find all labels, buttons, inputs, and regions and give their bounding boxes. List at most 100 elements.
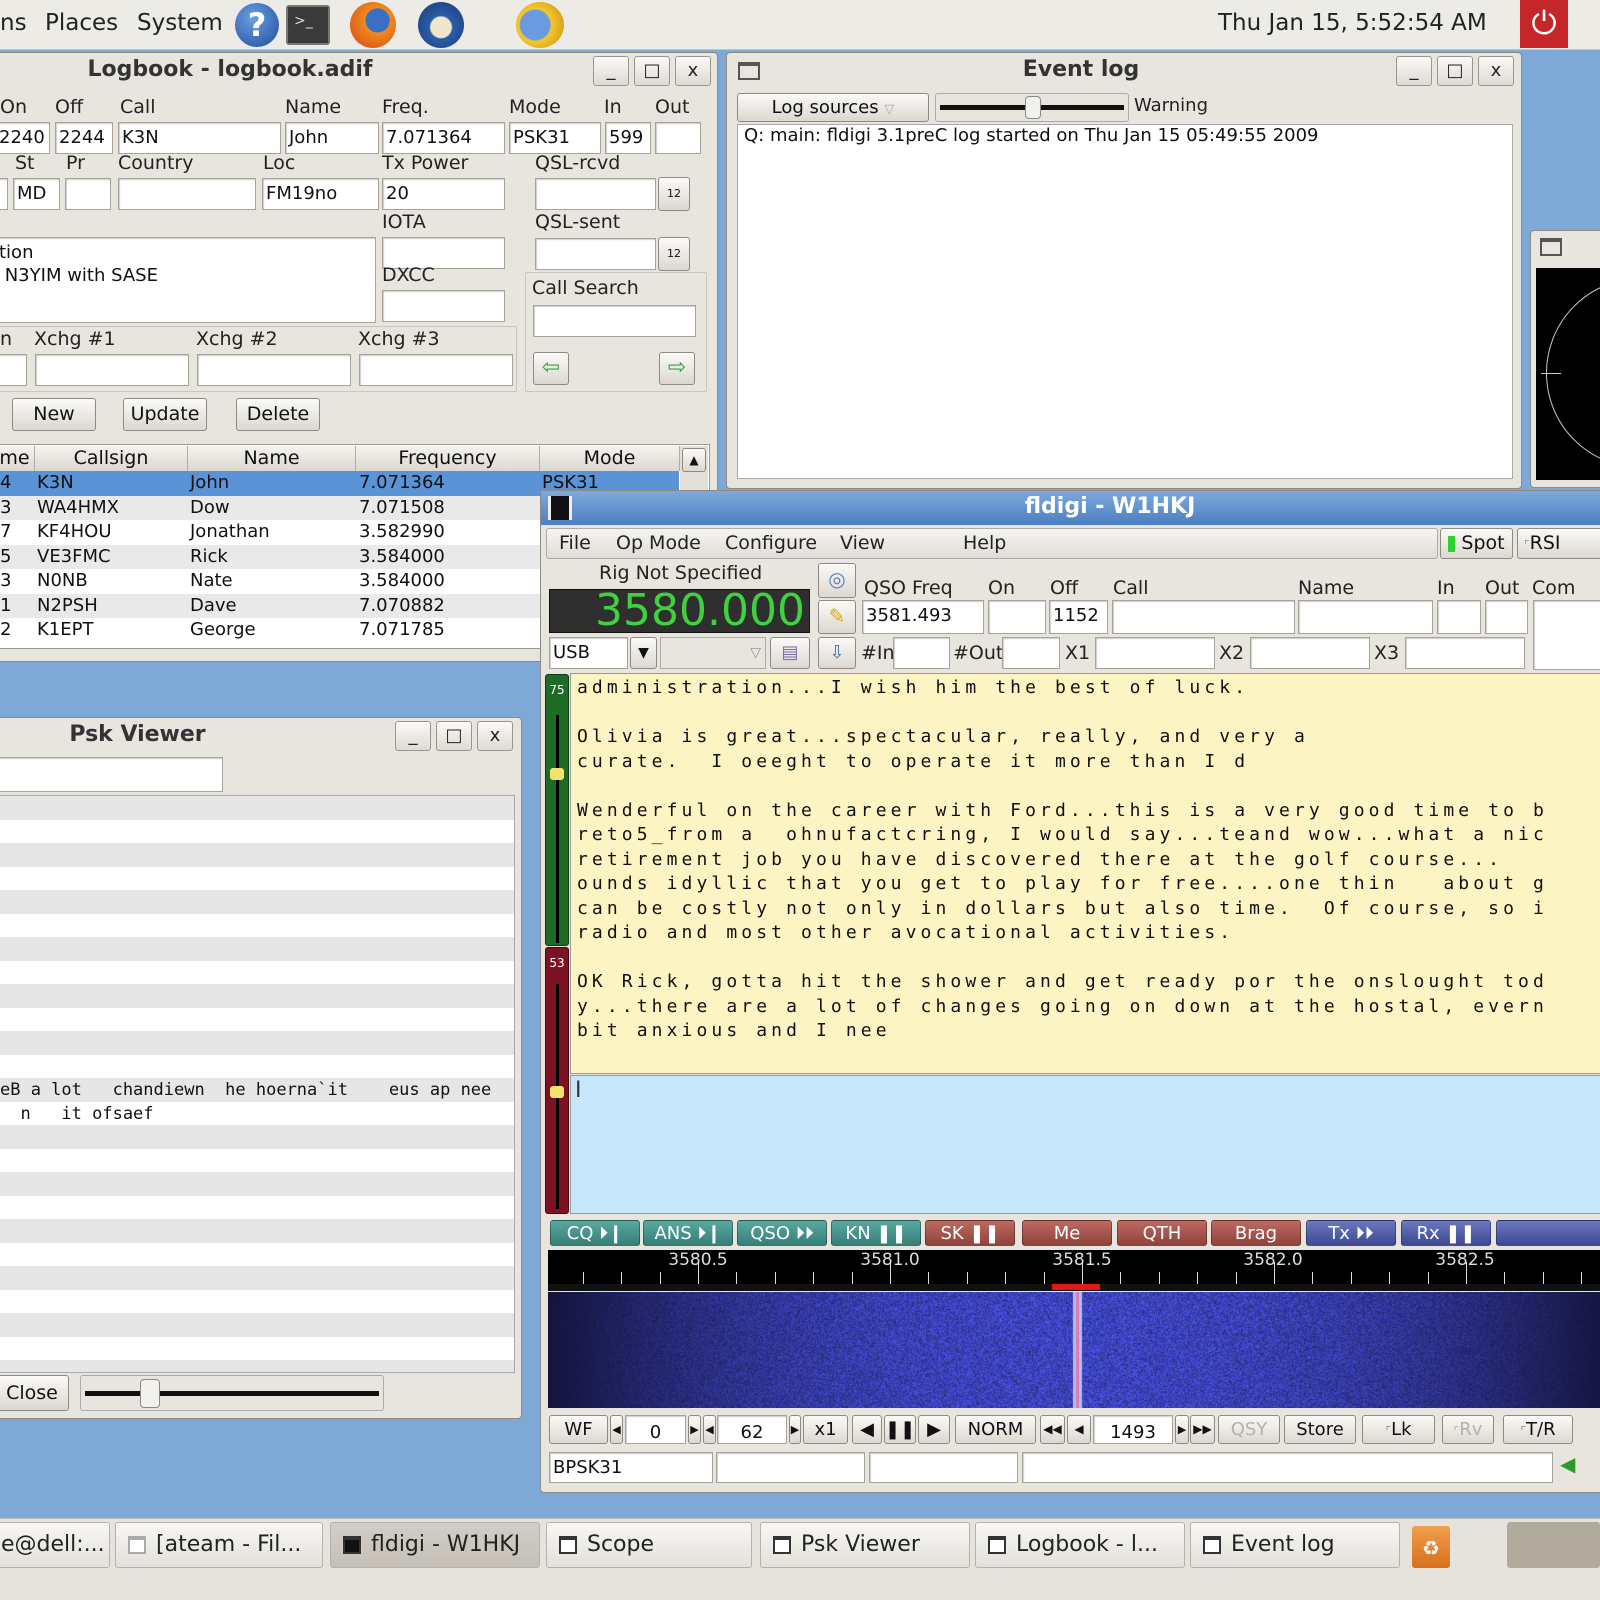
rewind-icon[interactable]: ◀ <box>852 1415 882 1444</box>
workspace-switcher[interactable] <box>1507 1522 1600 1568</box>
country-field[interactable] <box>118 178 256 210</box>
bandwidth-marker[interactable] <box>1052 1284 1100 1290</box>
macro-button[interactable]: CQ ⏵❙ <box>550 1220 640 1246</box>
macro-button[interactable]: SK ❚❚ <box>925 1220 1015 1246</box>
column-header[interactable]: me <box>0 446 35 471</box>
help-icon[interactable]: ? <box>235 3 279 47</box>
trash-icon[interactable]: ♻ <box>1412 1526 1450 1568</box>
menu-op-mode[interactable]: Op Mode <box>616 532 701 554</box>
event-log-text[interactable]: Q: main: fldigi 3.1preC log started on T… <box>737 124 1513 479</box>
psk-channel-row[interactable] <box>0 1313 514 1337</box>
psk-channel-row[interactable] <box>0 1125 514 1149</box>
psk-channel-row[interactable] <box>0 1055 514 1079</box>
firefox-icon[interactable] <box>350 2 396 48</box>
minimize-button[interactable]: _ <box>395 721 431 751</box>
frequency-display[interactable]: 3580.000 <box>549 589 810 633</box>
xchg3-field[interactable] <box>359 354 513 386</box>
xchg1-field[interactable] <box>35 354 189 386</box>
macro-button[interactable]: KN ❚❚ <box>831 1220 921 1246</box>
fast-increase-icon[interactable]: ▶▶ <box>1190 1415 1215 1444</box>
terminal-icon[interactable]: >_ <box>286 5 330 45</box>
psk-channel-row[interactable] <box>0 984 514 1008</box>
maximize-button[interactable]: □ <box>436 721 472 751</box>
close-button[interactable]: Close <box>0 1375 69 1411</box>
fast-decrease-icon[interactable]: ◀◀ <box>1040 1415 1065 1444</box>
slider-handle[interactable] <box>550 1086 564 1098</box>
on-field[interactable] <box>988 600 1046 634</box>
chevron-down-icon[interactable]: ▼ <box>630 637 657 669</box>
rst-in-field[interactable]: 599 <box>605 122 651 154</box>
menu-configure[interactable]: Configure <box>725 532 817 554</box>
decrease-icon[interactable]: ◀ <box>1067 1415 1091 1444</box>
macro-button[interactable]: Me <box>1022 1220 1112 1246</box>
decrease-icon[interactable]: ◀ <box>703 1415 716 1444</box>
psk-channel-row[interactable] <box>0 1243 514 1267</box>
book-icon[interactable]: ▤ <box>770 637 810 669</box>
wf-mode-button[interactable]: WF <box>549 1415 608 1444</box>
play-icon[interactable]: ▶ <box>918 1415 950 1444</box>
minimize-button[interactable]: _ <box>593 56 629 86</box>
call-search-field[interactable] <box>533 305 696 337</box>
menu-help[interactable]: Help <box>963 532 1006 554</box>
psk-search-field[interactable] <box>0 757 223 792</box>
macro-button[interactable]: Rx ❚❚ <box>1401 1220 1491 1246</box>
waterfall-display[interactable] <box>548 1292 1600 1408</box>
window-menu-icon[interactable] <box>1540 238 1562 256</box>
frequency-ruler[interactable]: 3580.5 3581.0 3581.5 3582.0 3582.5 <box>548 1250 1600 1284</box>
scroll-up-icon[interactable]: ▲ <box>682 448 706 472</box>
psk-channel-row[interactable] <box>0 961 514 985</box>
macro-button[interactable]: QTH <box>1117 1220 1207 1246</box>
task-fldigi[interactable]: fldigi - W1HKJ <box>330 1522 540 1568</box>
call-field[interactable]: K3N <box>118 122 281 154</box>
psk-channel-row[interactable] <box>0 1266 514 1290</box>
spot-toggle[interactable]: Spot <box>1440 528 1513 559</box>
macro-button[interactable] <box>1496 1220 1600 1246</box>
psk-channel-row[interactable] <box>0 1031 514 1055</box>
column-header-name[interactable]: Name <box>188 446 356 471</box>
log-sources-button[interactable]: Log sources ▽ <box>737 93 929 122</box>
squelch-slider-upper[interactable]: 75 <box>545 674 569 946</box>
maximize-button[interactable]: □ <box>634 56 670 86</box>
txpower-field[interactable]: 20 <box>382 178 505 210</box>
psk-channel-list[interactable]: eB a lot chandiewn he hoerna`it eus ap n… <box>0 795 515 1373</box>
menu-system[interactable]: System <box>137 10 223 36</box>
increase-icon[interactable]: ▶ <box>1175 1415 1189 1444</box>
transmit-text-area[interactable]: I <box>570 1075 1600 1214</box>
mode-combo[interactable]: USB <box>549 637 628 669</box>
squelch-slider-lower[interactable]: 53 <box>545 947 569 1214</box>
globe-icon[interactable]: ◎ <box>818 563 856 598</box>
close-button[interactable]: x <box>1478 56 1514 86</box>
macro-button[interactable]: QSO ⏵⏵ <box>737 1220 827 1246</box>
zoom-button[interactable]: x1 <box>803 1415 848 1444</box>
lock-toggle[interactable]: ⌜Lk <box>1362 1415 1435 1444</box>
freq-field[interactable]: 7.071364 <box>382 122 505 154</box>
offset-field[interactable]: 0 <box>625 1415 686 1444</box>
qsl-sent-field[interactable] <box>535 238 656 270</box>
power-icon[interactable]: ⏻ <box>1520 0 1568 48</box>
norm-button[interactable]: NORM <box>955 1415 1036 1444</box>
menu-view[interactable]: View <box>840 532 885 554</box>
task-scope[interactable]: Scope <box>546 1522 752 1568</box>
decrease-icon[interactable]: ◀ <box>610 1415 623 1444</box>
notes-field[interactable]: tion N3YIM with SASE <box>0 237 376 323</box>
delete-button[interactable]: Delete <box>236 398 320 431</box>
table-row[interactable]: 2 K1EPT George 7.071785 <box>0 618 540 643</box>
off-field[interactable]: 2244 <box>55 122 113 154</box>
x3-field[interactable] <box>1405 637 1525 669</box>
menu-applications[interactable]: ns <box>0 10 27 36</box>
calendar-icon[interactable]: 12 <box>658 237 690 271</box>
psk-channel-row[interactable] <box>0 867 514 891</box>
new-button[interactable]: New <box>12 398 96 431</box>
psk-channel-row[interactable] <box>0 890 514 914</box>
pause-icon[interactable]: ❚❚ <box>884 1415 916 1444</box>
minimize-button[interactable]: _ <box>1396 56 1432 86</box>
table-row[interactable]: 7 KF4HOU Jonathan 3.582990 <box>0 520 540 545</box>
carrier-field[interactable]: 1493 <box>1093 1415 1173 1444</box>
level-slider[interactable] <box>935 93 1129 122</box>
on-field[interactable]: 2240 <box>0 122 50 154</box>
psk-channel-row[interactable] <box>0 1196 514 1220</box>
clock[interactable]: Thu Jan 15, 5:52:54 AM <box>1218 10 1487 36</box>
table-row[interactable]: 5 VE3FMC Rick 3.584000 <box>0 545 540 570</box>
mode-field[interactable]: PSK31 <box>509 122 601 154</box>
increase-icon[interactable]: ▶ <box>688 1415 701 1444</box>
